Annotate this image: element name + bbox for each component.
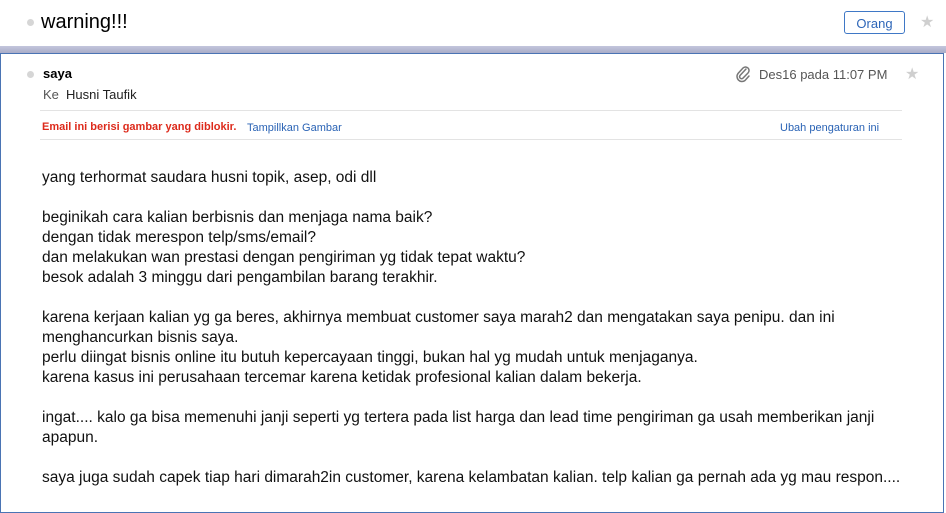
- email-subject: warning!!!: [41, 11, 128, 33]
- recipient-name[interactable]: Husni Taufik: [66, 87, 137, 102]
- show-images-link[interactable]: Tampillkan Gambar: [247, 122, 342, 134]
- body-paragraph: saya juga sudah capek tiap hari dimarah2…: [42, 469, 901, 486]
- header-divider: [0, 46, 946, 53]
- change-settings-link[interactable]: Ubah pengaturan ini: [780, 122, 879, 134]
- message-date: Des16 pada 11:07 PM: [759, 67, 888, 82]
- unread-dot-icon[interactable]: [27, 19, 34, 26]
- blocked-images-notice: Email ini berisi gambar yang diblokir.: [42, 121, 237, 133]
- divider: [40, 139, 902, 140]
- sender-name[interactable]: saya: [43, 66, 72, 81]
- message-body: yang terhormat saudara husni topik, asep…: [42, 168, 902, 508]
- star-icon[interactable]: ★: [920, 12, 934, 32]
- recipient-label: Ke: [43, 87, 59, 102]
- attachment-paperclip-icon: [736, 66, 750, 83]
- divider: [40, 110, 902, 111]
- body-paragraph: beginikah cara kalian berbisnis dan menj…: [42, 209, 526, 286]
- body-paragraph: yang terhormat saudara husni topik, asep…: [42, 169, 377, 186]
- conversation-header: warning!!! Orang ★: [0, 0, 946, 46]
- body-paragraph: karena kerjaan kalian yg ga beres, akhir…: [42, 309, 835, 386]
- label-orang-button[interactable]: Orang: [844, 11, 905, 34]
- body-paragraph: ingat.... kalo ga bisa memenuhi janji se…: [42, 409, 875, 446]
- message-dot-icon[interactable]: [27, 71, 34, 78]
- message-star-icon[interactable]: ★: [905, 64, 919, 84]
